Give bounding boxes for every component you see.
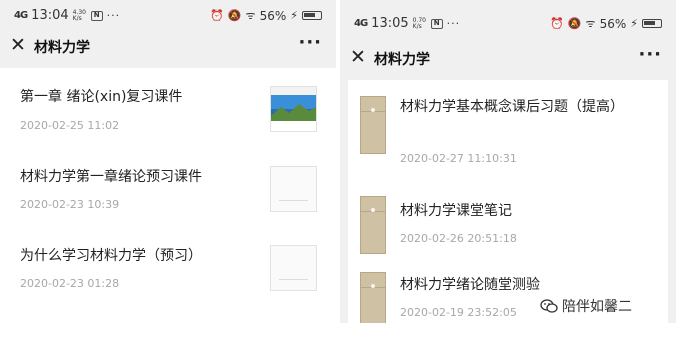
title-bar: ✕ 材料力学 ··· [0, 30, 336, 64]
item-date: 2020-02-23 10:39 [20, 198, 120, 211]
article-list: 第一章 绪论(xin)复习课件 2020-02-25 11:02 材料力学第一章… [0, 68, 336, 318]
battery-icon [642, 19, 662, 28]
right-phone-screen: 4G 13:05 0.70 K/s N ··· ⏰ 🔕 ᯤ 56% ⚡ ✕ 材料… [340, 0, 676, 323]
charging-icon: ⚡ [290, 9, 298, 22]
list-item[interactable]: 为什么学习材料力学（预习） 2020-02-23 01:28 [0, 232, 336, 318]
more-notifications-icon: ··· [106, 9, 121, 22]
mute-icon: 🔕 [567, 17, 582, 30]
item-date: 2020-02-25 11:02 [20, 119, 120, 132]
list-item[interactable]: 材料力学基本概念课后习题（提高） 2020-02-27 11:10:31 [348, 80, 668, 184]
close-icon[interactable]: ✕ [10, 34, 26, 56]
item-title: 材料力学绪论随堂测验 [400, 277, 540, 293]
close-icon[interactable]: ✕ [350, 46, 366, 68]
watermark-text: 陪伴如馨二 [562, 299, 632, 315]
alarm-icon: ⏰ [210, 9, 224, 22]
thumbnail-image [270, 245, 317, 291]
battery-percent: 56% [259, 8, 287, 23]
list-item[interactable]: 第一章 绪论(xin)复习课件 2020-02-25 11:02 [0, 68, 336, 150]
notification-app-icon: N [430, 18, 443, 29]
article-list: 材料力学基本概念课后习题（提高） 2020-02-27 11:10:31 材料力… [348, 80, 668, 323]
notification-app-icon: N [90, 10, 103, 21]
file-icon [360, 196, 386, 254]
left-phone-screen: 4G 13:04 4.30 K/s N ··· ⏰ 🔕 ᯤ 56% ⚡ ✕ 材料… [0, 0, 336, 318]
battery-percent: 56% [599, 16, 627, 31]
file-icon [360, 272, 386, 323]
signal-indicator: 4G [354, 18, 368, 29]
more-icon[interactable]: ··· [638, 44, 662, 65]
watermark: 陪伴如馨二 [540, 296, 632, 316]
wechat-icon [540, 299, 558, 313]
charging-icon: ⚡ [630, 17, 638, 30]
status-time: 13:05 [371, 16, 409, 31]
item-date: 2020-02-19 23:52:05 [400, 306, 517, 319]
item-title: 材料力学第一章绪论预习课件 [20, 169, 202, 185]
network-speed: 4.30 K/s [72, 8, 86, 22]
status-time: 13:04 [31, 8, 69, 23]
item-date: 2020-02-27 11:10:31 [400, 152, 517, 165]
item-title: 为什么学习材料力学（预习） [20, 248, 202, 264]
page-title: 材料力学 [34, 40, 90, 56]
more-notifications-icon: ··· [446, 17, 461, 30]
item-date: 2020-02-26 20:51:18 [400, 232, 517, 245]
list-item[interactable]: 材料力学第一章绪论预习课件 2020-02-23 10:39 [0, 150, 336, 232]
mute-icon: 🔕 [227, 9, 242, 22]
title-bar: ✕ 材料力学 ··· [340, 42, 676, 76]
file-icon [360, 96, 386, 154]
network-speed: 0.70 K/s [412, 16, 426, 30]
status-bar: 4G 13:05 0.70 K/s N ··· ⏰ 🔕 ᯤ 56% ⚡ [340, 8, 676, 38]
item-title: 材料力学课堂笔记 [400, 203, 512, 219]
thumbnail-image [270, 86, 317, 132]
alarm-icon: ⏰ [550, 17, 564, 30]
item-date: 2020-02-23 01:28 [20, 277, 120, 290]
list-item[interactable]: 材料力学课堂笔记 2020-02-26 20:51:18 [348, 184, 668, 256]
signal-indicator: 4G [14, 10, 28, 21]
item-title: 材料力学基本概念课后习题（提高） [400, 99, 624, 115]
status-bar: 4G 13:04 4.30 K/s N ··· ⏰ 🔕 ᯤ 56% ⚡ [0, 0, 336, 30]
wifi-icon: ᯤ [245, 9, 256, 22]
item-title: 第一章 绪论(xin)复习课件 [20, 89, 183, 105]
thumbnail-image [270, 166, 317, 212]
more-icon[interactable]: ··· [298, 32, 322, 53]
page-title: 材料力学 [374, 52, 430, 68]
battery-icon [302, 11, 322, 20]
wifi-icon: ᯤ [585, 17, 596, 30]
